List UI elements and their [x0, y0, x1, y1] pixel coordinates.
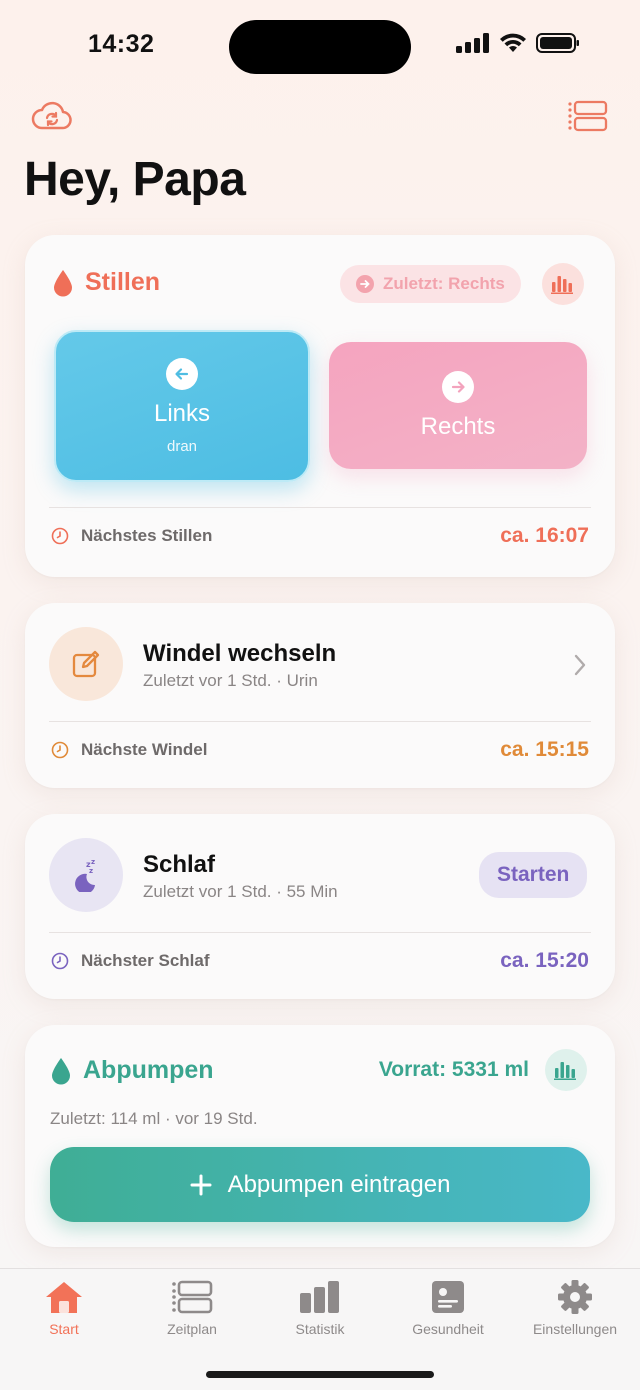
diaper-icon-badge: [49, 627, 123, 701]
left-side-sub: dran: [166, 437, 198, 455]
next-nursing-time: ca. 16:07: [500, 524, 589, 547]
diaper-card[interactable]: Windel wechseln Zuletzt vor 1 Std. · Uri…: [25, 603, 615, 788]
pump-stats-button[interactable]: [545, 1049, 587, 1091]
timeline-list-icon: [568, 100, 608, 132]
wifi-icon: [500, 33, 526, 52]
home-icon: [46, 1282, 82, 1313]
divider: [49, 507, 591, 508]
plus-icon: [190, 1174, 212, 1195]
add-pump-label: Abpumpen eintragen: [227, 1170, 451, 1198]
sleep-subtitle: Zuletzt vor 1 Std. · 55 Min: [143, 882, 338, 901]
sleep-start-button[interactable]: Starten: [479, 852, 588, 898]
last-side-pill: Zuletzt: Rechts: [340, 265, 521, 303]
nursing-card: Stillen Zuletzt: Rechts Links dran Recht…: [25, 235, 615, 577]
tab-gesundheit[interactable]: Gesundheit: [384, 1279, 512, 1337]
tab-zeitplan[interactable]: Zeitplan: [128, 1279, 256, 1337]
last-side-text: Zuletzt: Rechts: [383, 274, 505, 293]
svg-text:z: z: [91, 858, 95, 866]
next-diaper-label: Nächste Windel: [81, 740, 208, 759]
next-sleep-time: ca. 15:20: [500, 949, 589, 972]
next-nursing-label: Nächstes Stillen: [81, 526, 213, 545]
chevron-right-icon: [574, 654, 586, 676]
dynamic-island: [229, 20, 411, 74]
clock-icon: [51, 952, 69, 970]
pump-stock: Vorrat: 5331 ml: [378, 1058, 529, 1081]
gear-icon: [558, 1280, 592, 1314]
divider: [49, 932, 591, 933]
arrow-right-icon: [442, 370, 474, 403]
bar-chart-icon: [554, 1062, 576, 1080]
greeting-title: Hey, Papa: [24, 153, 246, 206]
arrow-right-circle-icon: [356, 275, 374, 293]
nursing-title-row: Stillen: [53, 268, 160, 297]
divider: [49, 721, 591, 722]
nursing-stats-button[interactable]: [542, 263, 584, 305]
signal-icon: [456, 33, 489, 53]
next-sleep-row: Nächster Schlaf ca. 15:20: [51, 949, 589, 973]
drop-icon: [54, 269, 72, 296]
nursing-title: Stillen: [85, 268, 161, 296]
status-time: 14:32: [88, 30, 155, 58]
pump-last: Zuletzt: 114 ml · vor 19 Std.: [50, 1109, 258, 1128]
tab-start-label: Start: [49, 1321, 79, 1337]
right-side-button[interactable]: Rechts: [329, 342, 587, 469]
clock-icon: [51, 741, 69, 759]
edit-icon: [72, 650, 100, 678]
diaper-subtitle: Zuletzt vor 1 Std. · Urin: [143, 671, 318, 690]
battery-icon: [536, 33, 579, 53]
arrow-left-icon: [166, 357, 198, 390]
home-indicator: [206, 1371, 434, 1378]
status-icons: [456, 33, 580, 53]
cloud-sync-icon: [31, 101, 72, 130]
pump-title-row: Abpumpen: [51, 1056, 214, 1085]
tab-start[interactable]: Start: [0, 1279, 128, 1337]
next-diaper-time: ca. 15:15: [500, 738, 589, 761]
health-icon: [432, 1281, 464, 1313]
drop-icon: [52, 1057, 70, 1084]
right-side-label: Rechts: [420, 412, 496, 440]
add-pump-button[interactable]: Abpumpen eintragen: [50, 1147, 590, 1222]
tab-statistik[interactable]: Statistik: [256, 1279, 384, 1337]
bar-chart-icon: [551, 276, 573, 294]
clock-icon: [51, 527, 69, 545]
next-diaper-row: Nächste Windel ca. 15:15: [51, 738, 589, 762]
pump-title: Abpumpen: [83, 1056, 214, 1084]
left-side-label: Links: [153, 399, 211, 427]
next-sleep-label: Nächster Schlaf: [81, 951, 210, 970]
sleep-icon-badge: z z z: [49, 838, 123, 912]
sleep-start-label: Starten: [497, 863, 570, 886]
diaper-title: Windel wechseln: [143, 640, 337, 667]
tab-statistik-label: Statistik: [295, 1321, 345, 1337]
sleep-title: Schlaf: [143, 851, 216, 878]
status-bar: 14:32: [0, 0, 640, 92]
schedule-icon: [172, 1280, 213, 1314]
tab-zeitplan-label: Zeitplan: [167, 1321, 217, 1337]
moon-zzz-icon: z z z: [75, 858, 95, 892]
sleep-card: z z z Schlaf Zuletzt vor 1 Std. · 55 Min…: [25, 814, 615, 999]
tab-einstellungen-label: Einstellungen: [532, 1321, 618, 1337]
tab-einstellungen[interactable]: Einstellungen: [511, 1279, 639, 1337]
bar-chart-icon: [300, 1281, 339, 1313]
cloud-sync-button[interactable]: [30, 96, 74, 136]
left-side-button[interactable]: Links dran: [54, 330, 310, 482]
next-nursing-row: Nächstes Stillen ca. 16:07: [51, 524, 589, 548]
pump-card: Abpumpen Vorrat: 5331 ml Zuletzt: 114 ml…: [25, 1025, 615, 1247]
timeline-button[interactable]: [566, 96, 610, 136]
tab-gesundheit-label: Gesundheit: [412, 1321, 484, 1337]
svg-text:z: z: [89, 867, 93, 875]
